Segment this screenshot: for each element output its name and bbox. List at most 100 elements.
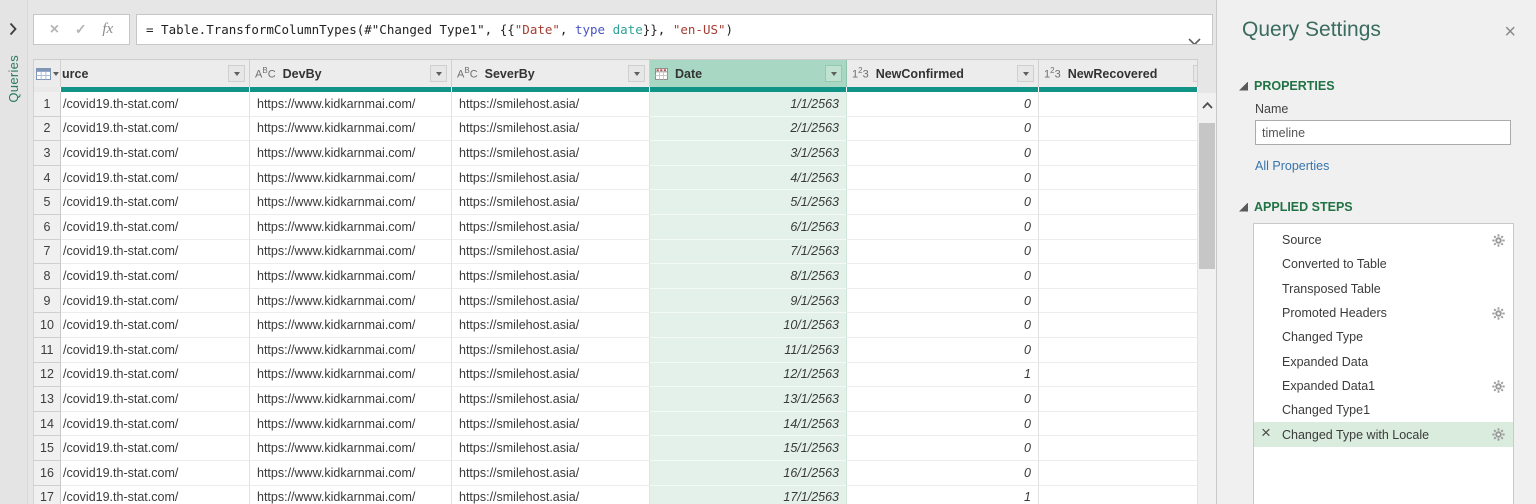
table-cell[interactable]: [1039, 411, 1198, 437]
queries-tab[interactable]: Queries: [6, 55, 21, 103]
table-cell[interactable]: 5/1/2563: [650, 190, 847, 215]
table-cell[interactable]: https://www.kidkarnmai.com/: [250, 264, 452, 289]
step-settings-gear-icon[interactable]: [1492, 428, 1505, 442]
expand-queries-pane-icon[interactable]: [9, 22, 17, 41]
table-cell[interactable]: [1039, 485, 1198, 504]
table-cell[interactable]: /covid19.th-stat.com/: [61, 214, 250, 240]
table-cell[interactable]: https://smilehost.asia/: [452, 362, 650, 388]
row-number[interactable]: 7: [33, 239, 61, 265]
table-cell[interactable]: https://www.kidkarnmai.com/: [250, 141, 452, 166]
formula-expand-chevron-icon[interactable]: [1188, 27, 1201, 44]
query-name-input[interactable]: [1255, 120, 1511, 145]
table-cell[interactable]: https://www.kidkarnmai.com/: [250, 288, 452, 314]
table-cell[interactable]: 0: [847, 116, 1039, 142]
table-cell[interactable]: 0: [847, 92, 1039, 117]
row-number[interactable]: 17: [33, 485, 61, 504]
properties-section-header[interactable]: PROPERTIES: [1239, 79, 1335, 93]
fx-add-step-button[interactable]: fx: [102, 21, 113, 38]
table-cell[interactable]: /covid19.th-stat.com/: [61, 313, 250, 338]
table-cell[interactable]: /covid19.th-stat.com/: [61, 288, 250, 314]
table-cell[interactable]: /covid19.th-stat.com/: [61, 264, 250, 289]
row-number[interactable]: 8: [33, 264, 61, 289]
table-cell[interactable]: 0: [847, 313, 1039, 338]
table-cell[interactable]: /covid19.th-stat.com/: [61, 460, 250, 486]
table-cell[interactable]: [1039, 288, 1198, 314]
table-cell[interactable]: /covid19.th-stat.com/: [61, 387, 250, 412]
table-cell[interactable]: /covid19.th-stat.com/: [61, 436, 250, 461]
table-cell[interactable]: 4/1/2563: [650, 165, 847, 191]
table-cell[interactable]: 0: [847, 387, 1039, 412]
table-cell[interactable]: https://www.kidkarnmai.com/: [250, 165, 452, 191]
column-header-NewConfirmed[interactable]: 123 NewConfirmed: [847, 60, 1039, 87]
table-cell[interactable]: https://www.kidkarnmai.com/: [250, 337, 452, 363]
row-number[interactable]: 2: [33, 116, 61, 142]
row-number[interactable]: 11: [33, 337, 61, 363]
table-cell[interactable]: https://smilehost.asia/: [452, 141, 650, 166]
table-cell[interactable]: [1039, 387, 1198, 412]
filter-dropdown-button[interactable]: [825, 65, 842, 82]
table-cell[interactable]: 0: [847, 337, 1039, 363]
table-cell[interactable]: /covid19.th-stat.com/: [61, 116, 250, 142]
applied-step-changed-type[interactable]: Changed Type: [1254, 325, 1513, 349]
applied-steps-section-header[interactable]: APPLIED STEPS: [1239, 200, 1353, 214]
formula-input[interactable]: = Table.TransformColumnTypes(#"Changed T…: [136, 14, 1213, 45]
table-cell[interactable]: [1039, 460, 1198, 486]
table-cell[interactable]: https://smilehost.asia/: [452, 214, 650, 240]
column-header-NewRecovered[interactable]: 123 NewRecovered: [1039, 60, 1198, 87]
row-number[interactable]: 9: [33, 288, 61, 314]
table-cell[interactable]: https://www.kidkarnmai.com/: [250, 436, 452, 461]
table-cell[interactable]: https://www.kidkarnmai.com/: [250, 313, 452, 338]
step-settings-gear-icon[interactable]: [1492, 307, 1505, 320]
table-cell[interactable]: https://smilehost.asia/: [452, 239, 650, 265]
applied-step-converted-to-table[interactable]: Converted to Table: [1254, 252, 1513, 276]
confirm-formula-icon[interactable]: ✓: [75, 21, 87, 38]
filter-dropdown-button[interactable]: [228, 65, 245, 82]
applied-step-changed-type1[interactable]: Changed Type1: [1254, 398, 1513, 422]
table-cell[interactable]: https://www.kidkarnmai.com/: [250, 92, 452, 117]
table-cell[interactable]: [1039, 165, 1198, 191]
table-cell[interactable]: https://smilehost.asia/: [452, 313, 650, 338]
column-header-SeverBy[interactable]: ABC SeverBy: [452, 60, 650, 87]
row-number[interactable]: 3: [33, 141, 61, 166]
table-cell[interactable]: /covid19.th-stat.com/: [61, 239, 250, 265]
step-settings-gear-icon[interactable]: [1492, 380, 1505, 393]
table-cell[interactable]: 15/1/2563: [650, 436, 847, 461]
delete-step-icon[interactable]: ×: [1261, 423, 1271, 443]
table-cell[interactable]: https://smilehost.asia/: [452, 288, 650, 314]
row-number[interactable]: 4: [33, 165, 61, 191]
table-cell[interactable]: 1: [847, 485, 1039, 504]
column-header-Date[interactable]: Date: [650, 60, 847, 87]
table-cell[interactable]: https://smilehost.asia/: [452, 165, 650, 191]
table-cell[interactable]: 0: [847, 411, 1039, 437]
table-cell[interactable]: /covid19.th-stat.com/: [61, 362, 250, 388]
table-cell[interactable]: 3/1/2563: [650, 141, 847, 166]
column-header-DevBy[interactable]: ABC DevBy: [250, 60, 452, 87]
applied-step-changed-type-with-locale[interactable]: × Changed Type with Locale: [1254, 422, 1513, 447]
table-cell[interactable]: https://smilehost.asia/: [452, 436, 650, 461]
column-header-urce[interactable]: urce: [61, 60, 250, 87]
table-cell[interactable]: https://smilehost.asia/: [452, 190, 650, 215]
filter-dropdown-button[interactable]: [628, 65, 645, 82]
table-cell[interactable]: /covid19.th-stat.com/: [61, 165, 250, 191]
row-number[interactable]: 6: [33, 214, 61, 240]
filter-dropdown-button[interactable]: [1193, 65, 1197, 82]
table-cell[interactable]: 0: [847, 190, 1039, 215]
cancel-formula-icon[interactable]: ×: [50, 21, 59, 39]
table-cell[interactable]: /covid19.th-stat.com/: [61, 337, 250, 363]
table-cell[interactable]: /covid19.th-stat.com/: [61, 485, 250, 504]
table-cell[interactable]: 11/1/2563: [650, 337, 847, 363]
applied-step-expanded-data[interactable]: Expanded Data: [1254, 349, 1513, 373]
table-cell[interactable]: https://smilehost.asia/: [452, 337, 650, 363]
table-cell[interactable]: 0: [847, 288, 1039, 314]
table-cell[interactable]: 6/1/2563: [650, 214, 847, 240]
table-cell[interactable]: 0: [847, 165, 1039, 191]
table-cell[interactable]: 12/1/2563: [650, 362, 847, 388]
row-number[interactable]: 15: [33, 436, 61, 461]
table-cell[interactable]: 13/1/2563: [650, 387, 847, 412]
table-cell[interactable]: [1039, 436, 1198, 461]
row-number[interactable]: 5: [33, 190, 61, 215]
table-cell[interactable]: https://www.kidkarnmai.com/: [250, 460, 452, 486]
table-cell[interactable]: https://smilehost.asia/: [452, 387, 650, 412]
table-cell[interactable]: [1039, 92, 1198, 117]
applied-step-source[interactable]: Source: [1254, 228, 1513, 252]
